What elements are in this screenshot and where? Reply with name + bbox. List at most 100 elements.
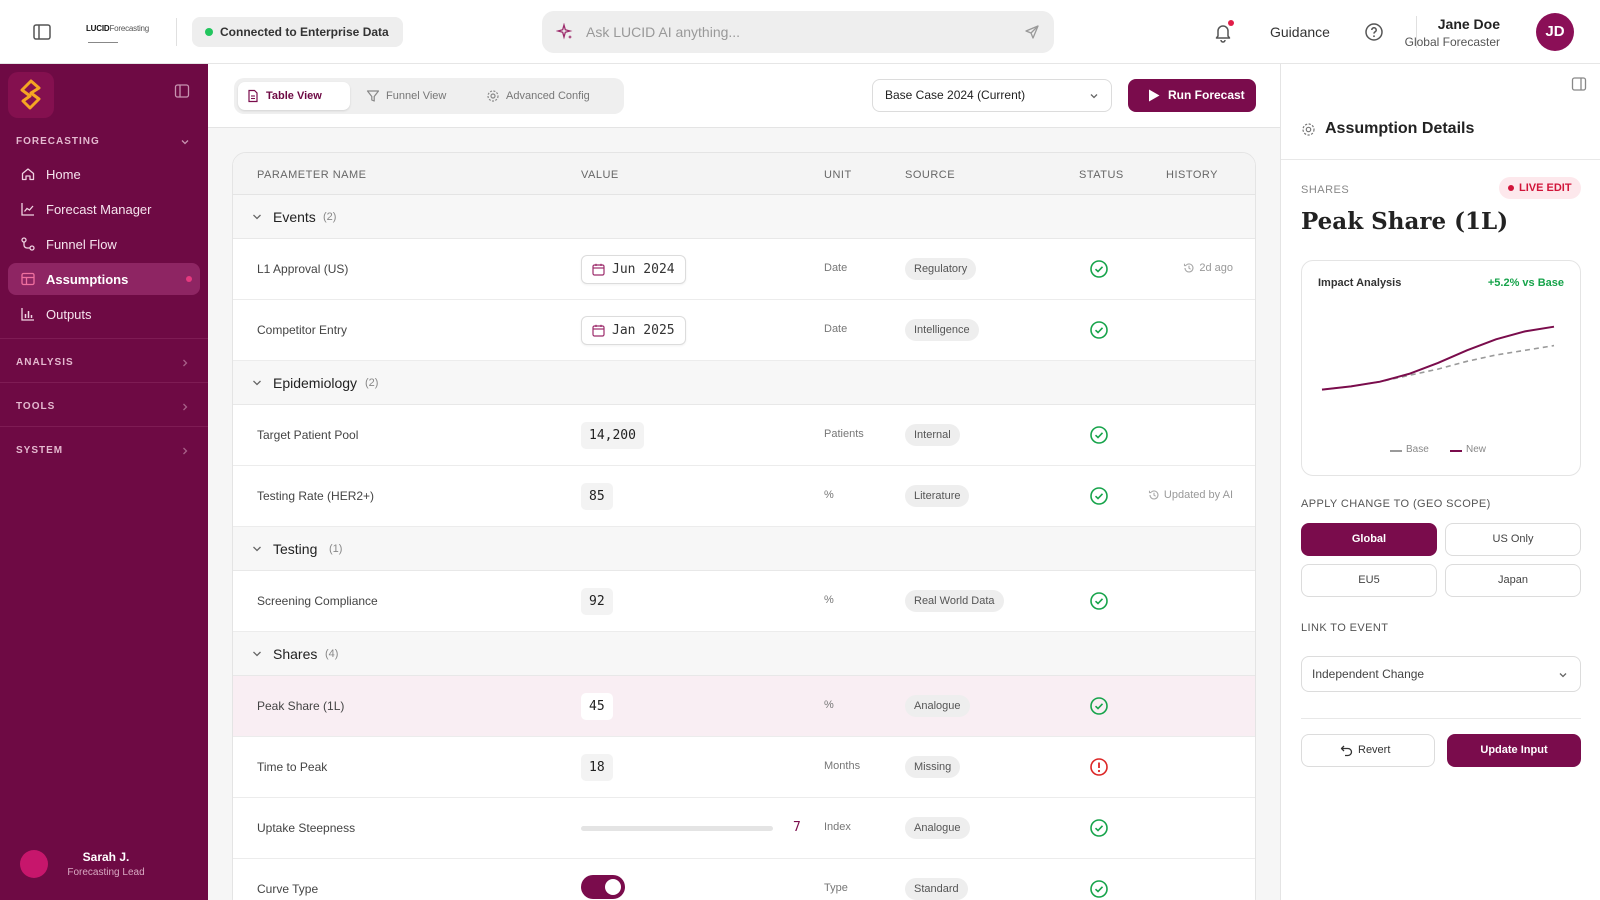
check-circle-icon <box>1090 880 1108 898</box>
panel-title: Assumption Details <box>1325 120 1475 137</box>
sidebar-item-funnel-flow[interactable]: Funnel Flow <box>8 228 200 260</box>
geo-option-global[interactable]: Global <box>1301 523 1437 556</box>
gear-icon <box>1302 123 1315 136</box>
sidebar-item-label: Forecast Manager <box>46 202 152 217</box>
user-avatar[interactable] <box>20 850 48 878</box>
sidebar-item-assumptions[interactable]: Assumptions <box>8 263 200 295</box>
tab-label: Advanced Config <box>506 90 590 102</box>
uptake-slider[interactable] <box>581 826 773 831</box>
chevron-down-icon[interactable] <box>251 543 263 555</box>
unit: Date <box>824 323 848 335</box>
group-row-shares[interactable]: Shares (4) <box>233 632 1255 676</box>
table-row[interactable]: Testing Rate (HER2+) 85 % Literature Upd… <box>233 466 1255 527</box>
assumption-details-panel: Assumption Details SHARES LIVE EDIT Peak… <box>1280 64 1600 900</box>
chevron-down-icon[interactable] <box>251 377 263 389</box>
source-badge: Analogue <box>905 695 970 717</box>
group-row-events[interactable]: Events (2) <box>233 195 1255 239</box>
chevron-right-icon[interactable] <box>180 402 190 412</box>
sidebar-item-outputs[interactable]: Outputs <box>8 298 200 330</box>
logo-icon <box>20 79 41 110</box>
group-row-testing[interactable]: Testing (1) <box>233 527 1255 571</box>
check-circle-icon <box>1090 592 1108 610</box>
table-row[interactable]: Competitor Entry Jan 2025 Date Intellige… <box>233 300 1255 361</box>
run-forecast-button[interactable]: Run Forecast <box>1128 79 1256 112</box>
update-input-button[interactable]: Update Input <box>1447 734 1581 767</box>
value-input[interactable]: 85 <box>581 483 613 510</box>
table-icon <box>21 272 35 286</box>
column-header[interactable]: HISTORY <box>1166 169 1218 181</box>
column-header[interactable]: STATUS <box>1079 169 1124 181</box>
sidebar-item-label: Home <box>46 167 81 182</box>
table-row[interactable]: Uptake Steepness 7 Index Analogue <box>233 798 1255 859</box>
section-analysis[interactable]: ANALYSIS <box>16 357 74 368</box>
history-entry[interactable]: Updated by AI <box>1148 489 1233 501</box>
table-row[interactable]: Curve Type Type Standard <box>233 859 1255 900</box>
collapse-sidebar-icon[interactable] <box>174 83 190 99</box>
group-row-epidemiology[interactable]: Epidemiology (2) <box>233 361 1255 405</box>
chevron-down-icon[interactable] <box>180 137 190 147</box>
section-system[interactable]: SYSTEM <box>16 445 63 456</box>
ai-search-input[interactable] <box>586 11 1006 53</box>
date-input[interactable]: Jun 2024 <box>581 255 686 284</box>
revert-button[interactable]: Revert <box>1301 734 1435 767</box>
app-logo[interactable] <box>8 72 54 118</box>
avatar[interactable]: JD <box>1536 13 1574 51</box>
column-header[interactable]: SOURCE <box>905 169 955 181</box>
date-value: Jan 2025 <box>612 323 675 338</box>
help-icon[interactable] <box>1364 22 1384 42</box>
tab-funnel-view[interactable]: Funnel View <box>358 82 470 110</box>
unit: % <box>824 594 834 606</box>
scenario-value: Base Case 2024 (Current) <box>885 88 1026 102</box>
tab-advanced-config[interactable]: Advanced Config <box>478 82 618 110</box>
chevron-down-icon[interactable] <box>251 211 263 223</box>
column-header[interactable]: PARAMETER NAME <box>257 169 366 181</box>
guidance-link[interactable]: Guidance <box>1270 24 1330 40</box>
geo-option-japan[interactable]: Japan <box>1445 564 1581 597</box>
group-name: Testing <box>273 541 318 557</box>
collapse-panel-icon[interactable] <box>1571 76 1587 92</box>
value-input[interactable]: 92 <box>581 588 613 615</box>
group-count: (2) <box>323 211 337 223</box>
unit: Date <box>824 262 848 274</box>
table-row[interactable]: Time to Peak 18 Months Missing <box>233 737 1255 798</box>
line-chart-icon <box>21 203 34 216</box>
source-badge: Standard <box>905 878 968 900</box>
value-input[interactable]: 45 <box>581 693 613 720</box>
sidebar-item-label: Outputs <box>46 307 92 322</box>
sidebar-toggle-icon[interactable] <box>32 22 52 42</box>
sidebar-item-home[interactable]: Home <box>8 158 200 190</box>
value-input[interactable]: 14,200 <box>581 422 644 449</box>
date-input[interactable]: Jan 2025 <box>581 316 686 345</box>
sidebar-user-name: Sarah J. <box>82 850 130 864</box>
geo-option-us-only[interactable]: US Only <box>1445 523 1581 556</box>
section-forecasting[interactable]: FORECASTING <box>16 136 100 147</box>
sidebar-item-forecast-manager[interactable]: Forecast Manager <box>8 193 200 225</box>
scenario-select[interactable]: Base Case 2024 (Current) <box>872 79 1112 112</box>
unit: % <box>824 699 834 711</box>
table-row-selected[interactable]: Peak Share (1L) 45 % Analogue <box>233 676 1255 737</box>
divider <box>1301 718 1581 719</box>
geo-option-eu5[interactable]: EU5 <box>1301 564 1437 597</box>
link-event-select[interactable]: Independent Change <box>1301 656 1581 692</box>
table-row[interactable]: L1 Approval (US) Jun 2024 Date Regulator… <box>233 239 1255 300</box>
view-tabs: Table View Funnel View Advanced Config <box>234 78 624 114</box>
table-row[interactable]: Target Patient Pool 14,200 Patients Inte… <box>233 405 1255 466</box>
check-circle-icon <box>1090 697 1108 715</box>
table-row[interactable]: Screening Compliance 92 % Real World Dat… <box>233 571 1255 632</box>
link-event-label: LINK TO EVENT <box>1301 622 1389 634</box>
tab-table-view[interactable]: Table View <box>238 82 350 110</box>
link-event-value: Independent Change <box>1312 667 1425 681</box>
unit: % <box>824 489 834 501</box>
history-entry[interactable]: 2d ago <box>1183 262 1233 274</box>
column-header[interactable]: UNIT <box>824 169 852 181</box>
source-badge: Analogue <box>905 817 970 839</box>
chevron-right-icon[interactable] <box>180 358 190 368</box>
column-header[interactable]: VALUE <box>581 169 619 181</box>
send-icon[interactable] <box>1024 24 1040 40</box>
section-tools[interactable]: TOOLS <box>16 401 55 412</box>
calendar-icon <box>592 324 605 337</box>
chevron-down-icon[interactable] <box>251 648 263 660</box>
value-input[interactable]: 18 <box>581 754 613 781</box>
curve-type-toggle[interactable] <box>581 875 625 899</box>
chevron-right-icon[interactable] <box>180 446 190 456</box>
